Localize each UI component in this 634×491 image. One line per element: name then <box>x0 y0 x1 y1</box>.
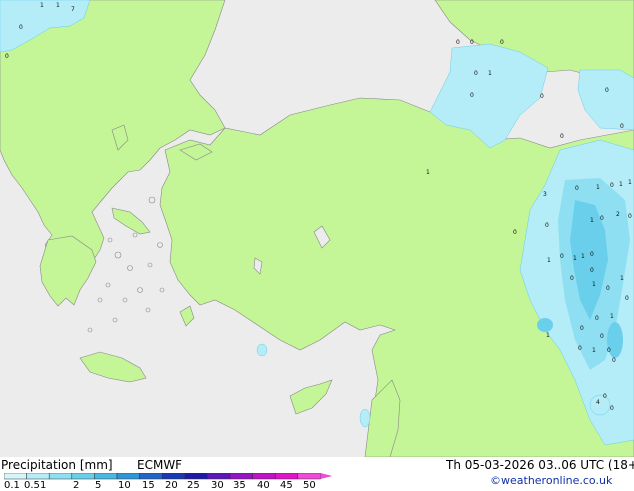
precip-point-value: 0 <box>605 87 609 94</box>
precip-point-value: 1 <box>610 313 614 320</box>
color-scale-label: 30 <box>211 480 224 491</box>
precip-point-value: 0 <box>474 70 478 77</box>
precip-point-value: 0 <box>545 222 549 229</box>
color-scale-swatch <box>297 473 321 480</box>
precip-point-value: 0 <box>600 215 604 222</box>
precip-point-value: 1 <box>590 217 594 224</box>
precip-point-value: 0 <box>500 39 504 46</box>
color-scale-swatch <box>184 473 208 480</box>
color-scale-swatch <box>48 473 73 480</box>
precip-point-value: 1 <box>426 169 430 176</box>
model-name: ECMWF <box>137 458 183 472</box>
color-scale-label: 0.1 <box>4 480 20 491</box>
precip-point-value: 1 <box>546 332 550 339</box>
map-title: Precipitation [mm] <box>1 458 113 472</box>
precip-point-value: 2 <box>616 211 620 218</box>
color-scale-swatch <box>116 473 140 480</box>
color-scale-swatch <box>274 473 299 480</box>
precip-point-value: 0 <box>5 53 9 60</box>
precip-point-value: 0 <box>610 182 614 189</box>
precip-point-value: 0 <box>620 123 624 130</box>
precip-point-value: 0 <box>456 39 460 46</box>
color-scale-label: 50 <box>303 480 316 491</box>
precip-point-value: 0 <box>610 405 614 412</box>
valid-time: Th 05-03-2026 03..06 UTC (18+84) <box>446 458 634 472</box>
precip-point-value: 0 <box>603 393 607 400</box>
color-scale-label: 15 <box>142 480 155 491</box>
precip-point-value: 7 <box>71 6 75 13</box>
color-scale-label: 35 <box>233 480 246 491</box>
site-credit[interactable]: ©weatheronline.co.uk <box>490 474 612 488</box>
precip-point-value: 1 <box>573 255 577 262</box>
precip-point-value: 0 <box>612 357 616 364</box>
precip-point-value: 0 <box>606 285 610 292</box>
color-scale-label: 2 <box>73 480 80 491</box>
precip-point-value: 0 <box>575 185 579 192</box>
precip-point-value: 0 <box>590 267 594 274</box>
precipitation-map[interactable]: 1170000010000000101130010210110001010010… <box>0 0 634 457</box>
color-scale-swatch <box>252 473 276 480</box>
precip-point-value: 0 <box>578 345 582 352</box>
precip-point-value: 0 <box>607 347 611 354</box>
color-scale-arrow <box>320 473 333 479</box>
color-scale-label: 1 <box>40 480 47 491</box>
color-scale-swatch <box>161 473 186 480</box>
color-scale-label: 10 <box>118 480 131 491</box>
precip-point-value: 0 <box>560 133 564 140</box>
precip-point-value: 0 <box>595 315 599 322</box>
precip-point-value: 0 <box>600 333 604 340</box>
color-scale-label: 25 <box>187 480 200 491</box>
precip-point-value: 0 <box>570 275 574 282</box>
precip-point-value: 1 <box>56 2 60 9</box>
color-scale-swatch <box>26 473 50 480</box>
precip-point-value: 1 <box>592 347 596 354</box>
color-scale-label: 40 <box>257 480 270 491</box>
footer-panel: Precipitation [mm] ECMWF Th 05-03-2026 0… <box>0 457 634 491</box>
color-scale-label: 20 <box>165 480 178 491</box>
precip-point-value: 0 <box>625 295 629 302</box>
precip-point-value: 0 <box>628 213 632 220</box>
precip-point-value: 3 <box>543 191 547 198</box>
precip-point-value: 1 <box>620 275 624 282</box>
color-scale-swatch <box>139 473 163 480</box>
precip-point-value: 0 <box>513 229 517 236</box>
color-scale-swatch <box>207 473 231 480</box>
precip-point-value: 1 <box>488 70 492 77</box>
color-scale-label: 5 <box>95 480 102 491</box>
precip-point-value: 1 <box>596 184 600 191</box>
color-scale-swatch <box>94 473 118 480</box>
map-canvas: 1 17000 00 10000000 1 0 1 130 010210 1 1 00010100 10… <box>0 0 634 457</box>
color-scale-label: 0.5 <box>24 480 40 491</box>
precip-point-value: 1 <box>592 281 596 288</box>
color-scale-swatch <box>4 473 27 480</box>
precip-point-value: 0 <box>560 253 564 260</box>
precip-point-value: 0 <box>540 93 544 100</box>
precip-point-value: 1 <box>619 181 623 188</box>
color-scale-label: 45 <box>280 480 293 491</box>
precip-point-value: 0 <box>19 24 23 31</box>
precip-point-value: 0 <box>470 39 474 46</box>
precip-point-value: 0 <box>590 251 594 258</box>
precip-point-value: 1 <box>581 253 585 260</box>
precip-point-value: 0 <box>470 92 474 99</box>
precip-point-value: 0 <box>580 325 584 332</box>
precip-point-value: 1 <box>628 179 632 186</box>
precip-point-value: 4 <box>596 399 600 406</box>
color-scale-swatch <box>71 473 95 480</box>
color-scale-swatch <box>229 473 253 480</box>
precip-point-value: 1 <box>547 257 551 264</box>
precip-point-value: 1 <box>40 2 44 9</box>
